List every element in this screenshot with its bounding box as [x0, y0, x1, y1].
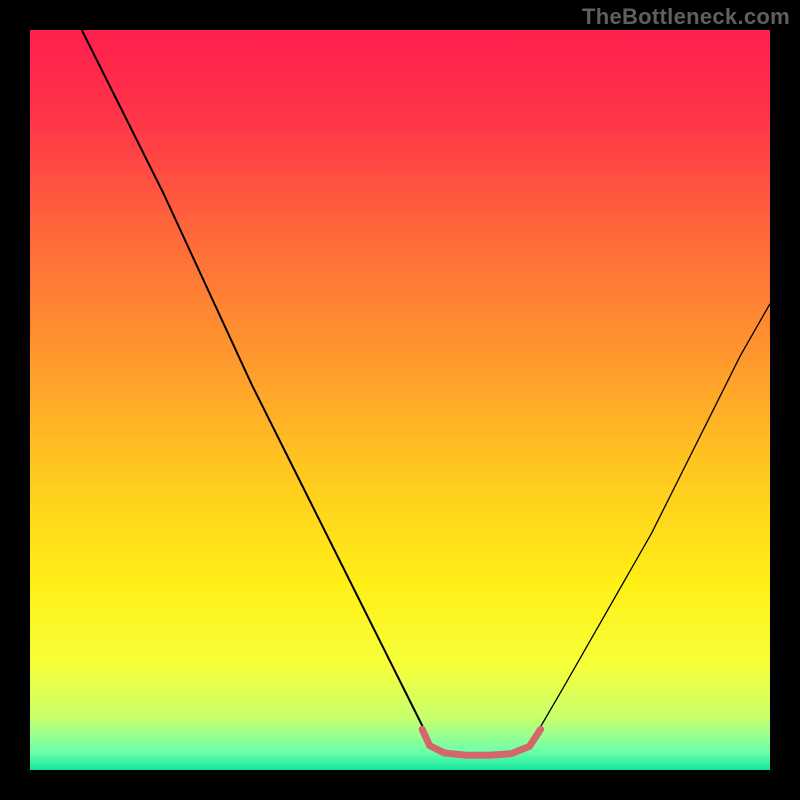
watermark-text: TheBottleneck.com: [582, 4, 790, 30]
chart-background: [30, 30, 770, 770]
chart-frame: TheBottleneck.com: [0, 0, 800, 800]
chart-svg: [30, 30, 770, 770]
chart-plot-area: [30, 30, 770, 770]
